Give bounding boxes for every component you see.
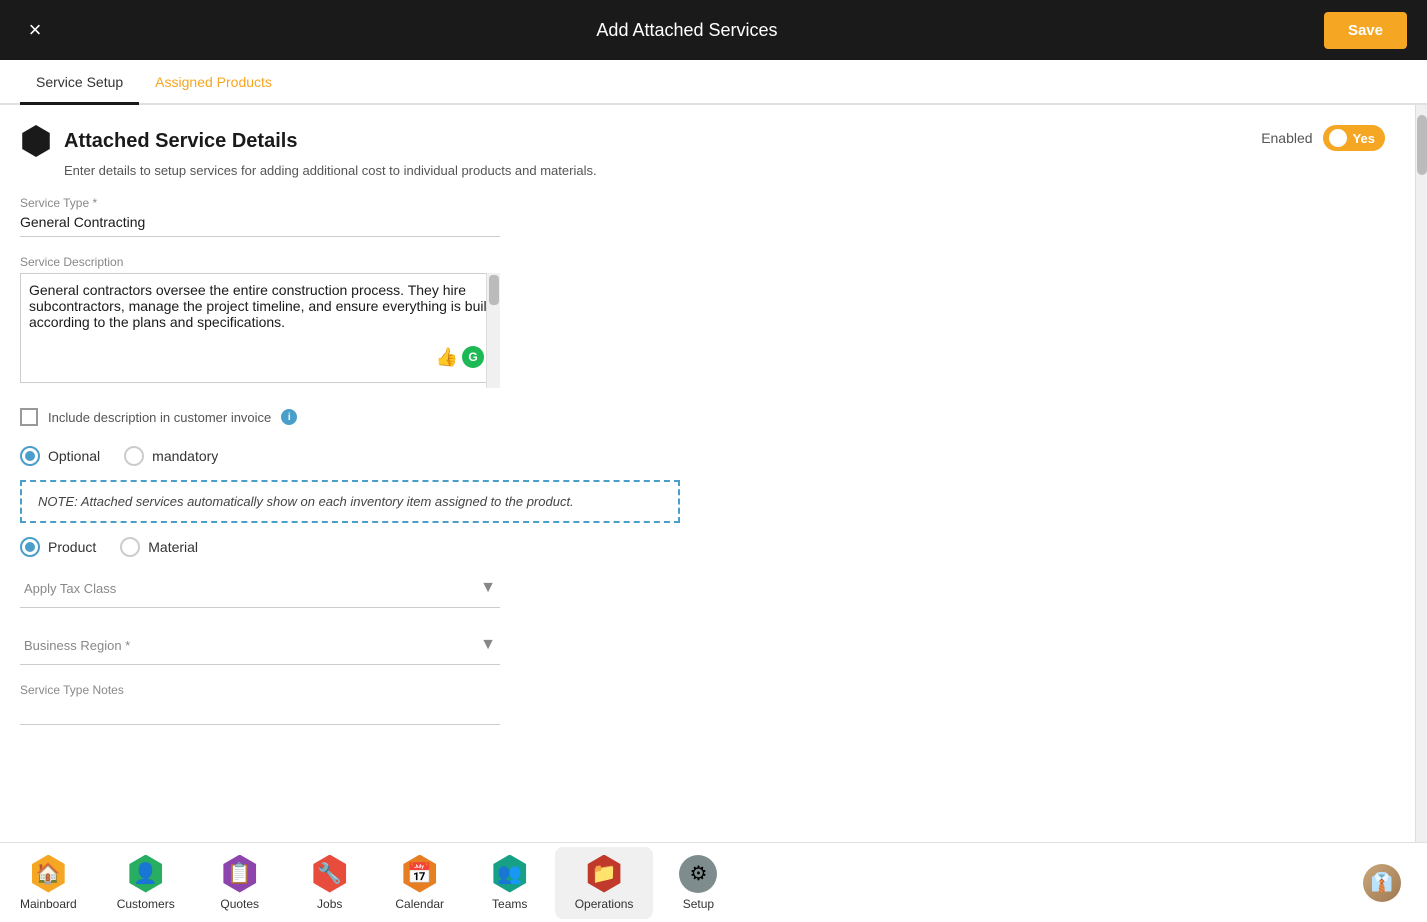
customers-label: Customers [117, 897, 175, 911]
toggle-label: Yes [1353, 131, 1375, 146]
nav-item-mainboard[interactable]: 🏠 Mainboard [0, 847, 97, 919]
page-scrollbar[interactable] [1415, 105, 1427, 842]
service-type-notes-label: Service Type Notes [20, 683, 1385, 697]
teams-label: Teams [492, 897, 527, 911]
include-description-checkbox[interactable] [20, 408, 38, 426]
jobs-icon: 🔧 [311, 855, 349, 893]
textarea-tools: 👍 G [436, 346, 484, 368]
title-group: Attached Service Details [20, 125, 297, 157]
enabled-toggle[interactable]: Yes [1323, 125, 1385, 151]
page-title: Add Attached Services [50, 20, 1324, 41]
mainboard-icon: 🏠 [29, 855, 67, 893]
quotes-label: Quotes [220, 897, 259, 911]
nav-item-jobs[interactable]: 🔧 Jobs [285, 847, 375, 919]
teams-icon: 👥 [491, 855, 529, 893]
business-region-label: Business Region * [24, 638, 130, 653]
material-radio-circle [120, 537, 140, 557]
note-box: NOTE: Attached services automatically sh… [20, 480, 680, 523]
service-description-label: Service Description [20, 255, 1385, 269]
toggle-circle [1329, 129, 1347, 147]
enabled-label: Enabled [1261, 130, 1312, 146]
service-type-field: Service Type * General Contracting [20, 196, 1385, 237]
nav-item-calendar[interactable]: 📅 Calendar [375, 847, 465, 919]
textarea-wrapper: General contractors oversee the entire c… [20, 273, 500, 388]
setup-label: Setup [683, 897, 714, 911]
main-content: Attached Service Details Enabled Yes Ent… [0, 105, 1415, 842]
nav-item-avatar[interactable]: 👔 [1337, 856, 1427, 910]
section-title: Attached Service Details [64, 130, 297, 153]
apply-tax-class-label: Apply Tax Class [24, 581, 116, 596]
thumbs-up-icon: 👍 [436, 347, 458, 368]
include-description-label: Include description in customer invoice [48, 410, 271, 425]
product-radio[interactable]: Product [20, 537, 96, 557]
customers-icon: 👤 [127, 855, 165, 893]
close-button[interactable]: × [20, 17, 50, 43]
header: × Add Attached Services Save [0, 0, 1427, 60]
bottom-nav: 🏠 Mainboard 👤 Customers 📋 Quotes 🔧 Jobs … [0, 842, 1427, 922]
textarea-scrollbar [486, 273, 500, 388]
nav-item-quotes[interactable]: 📋 Quotes [195, 847, 285, 919]
nav-item-setup[interactable]: ⚙ Setup [653, 847, 743, 919]
product-label: Product [48, 539, 96, 555]
quotes-icon: 📋 [221, 855, 259, 893]
section-subtitle: Enter details to setup services for addi… [64, 163, 1385, 178]
optional-radio-circle [20, 446, 40, 466]
optional-radio[interactable]: Optional [20, 446, 100, 466]
service-type-notes-value[interactable] [20, 701, 500, 725]
textarea-scrollbar-thumb [489, 275, 499, 305]
setup-icon: ⚙ [679, 855, 717, 893]
calendar-icon: 📅 [401, 855, 439, 893]
operations-icon: 📁 [585, 855, 623, 893]
avatar-image: 👔 [1363, 864, 1401, 902]
scrollbar-thumb [1417, 115, 1427, 175]
note-text: NOTE: Attached services automatically sh… [38, 494, 574, 509]
service-description-textarea[interactable]: General contractors oversee the entire c… [20, 273, 500, 383]
service-type-label: Service Type * [20, 196, 1385, 210]
save-button[interactable]: Save [1324, 12, 1407, 49]
mandatory-radio[interactable]: mandatory [124, 446, 218, 466]
product-radio-circle [20, 537, 40, 557]
enabled-toggle-group: Enabled Yes [1261, 125, 1385, 151]
tabs-bar: Service Setup Assigned Products [0, 60, 1427, 105]
product-material-group: Product Material [20, 537, 1385, 557]
grammarly-icon: G [462, 346, 484, 368]
apply-tax-class-arrow: ▼ [480, 579, 496, 597]
mainboard-label: Mainboard [20, 897, 77, 911]
info-icon[interactable]: i [281, 409, 297, 425]
nav-item-operations[interactable]: 📁 Operations [555, 847, 654, 919]
nav-item-customers[interactable]: 👤 Customers [97, 847, 195, 919]
tab-assigned-products[interactable]: Assigned Products [139, 60, 288, 105]
operations-label: Operations [575, 897, 634, 911]
service-type-notes-field: Service Type Notes [20, 683, 1385, 725]
hexagon-icon [20, 125, 52, 157]
business-region-dropdown[interactable]: Business Region * ▼ [20, 626, 500, 665]
tab-service-setup[interactable]: Service Setup [20, 60, 139, 105]
business-region-arrow: ▼ [480, 636, 496, 654]
include-description-row: Include description in customer invoice … [20, 408, 1385, 426]
section-header: Attached Service Details Enabled Yes [20, 125, 1385, 157]
material-label: Material [148, 539, 198, 555]
nav-item-teams[interactable]: 👥 Teams [465, 847, 555, 919]
optional-label: Optional [48, 448, 100, 464]
jobs-label: Jobs [317, 897, 342, 911]
calendar-label: Calendar [395, 897, 444, 911]
user-avatar: 👔 [1363, 864, 1401, 902]
service-type-value[interactable]: General Contracting [20, 214, 500, 237]
mandatory-radio-circle [124, 446, 144, 466]
material-radio[interactable]: Material [120, 537, 198, 557]
apply-tax-class-dropdown[interactable]: Apply Tax Class ▼ [20, 569, 500, 608]
service-description-field: Service Description General contractors … [20, 255, 1385, 388]
optional-mandatory-group: Optional mandatory [20, 446, 1385, 466]
mandatory-label: mandatory [152, 448, 218, 464]
